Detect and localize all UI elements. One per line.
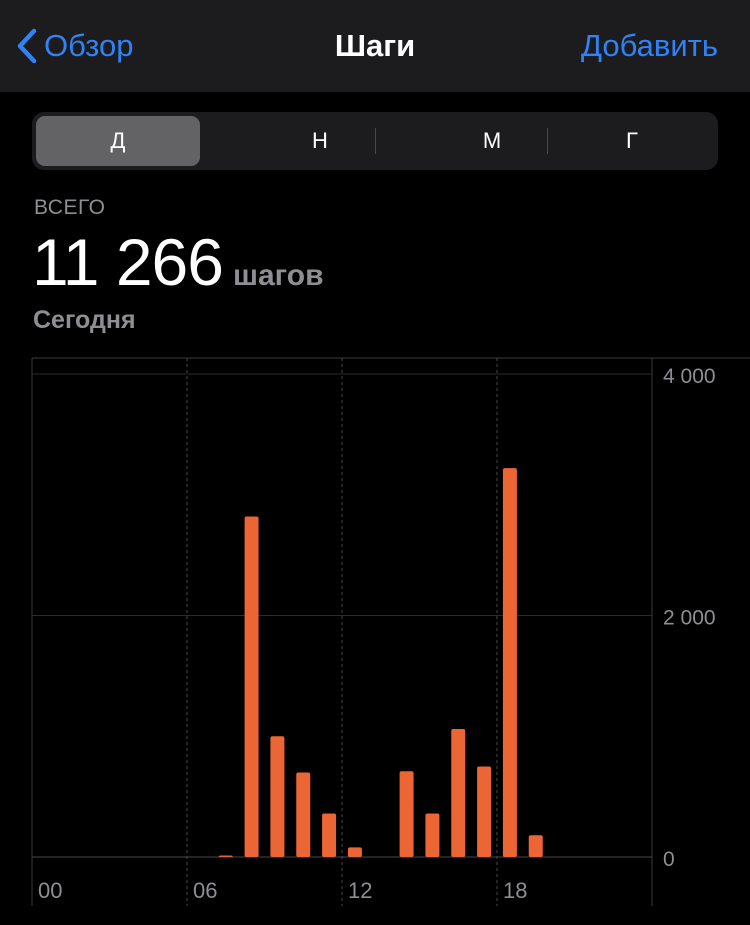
x-tick-label: 12 xyxy=(348,878,372,903)
bar-hour-17[interactable] xyxy=(477,766,492,857)
steps-chart[interactable]: 0 2 000 4 000 00 06 12 18 xyxy=(0,350,750,925)
total-label: ВСЕГО xyxy=(34,196,106,219)
bar-hour-14[interactable] xyxy=(399,771,414,857)
navigation-bar: Обзор Шаги Добавить xyxy=(0,0,750,92)
segment-divider xyxy=(547,128,548,154)
bar-hour-11[interactable] xyxy=(322,813,337,857)
bar-hour-7[interactable] xyxy=(218,855,233,858)
segment-divider xyxy=(375,128,376,154)
x-tick-label: 00 xyxy=(38,878,62,903)
segment-week[interactable]: Н xyxy=(238,116,402,166)
period-segmented-control: Д Н М Г xyxy=(32,112,718,170)
bar-hour-12[interactable] xyxy=(347,847,362,857)
x-tick-label: 06 xyxy=(193,878,217,903)
bar-hour-8[interactable] xyxy=(244,516,259,857)
y-tick-label: 4 000 xyxy=(663,365,716,388)
total-steps-value: 11 266 xyxy=(32,225,224,299)
bar-hour-18[interactable] xyxy=(502,468,517,857)
total-steps-unit: шагов xyxy=(232,259,324,292)
total-row: 11 266 шагов xyxy=(32,224,324,300)
bar-hour-9[interactable] xyxy=(270,736,285,857)
x-tick-label: 18 xyxy=(503,878,527,903)
y-tick-label: 0 xyxy=(663,848,675,871)
add-button[interactable]: Добавить xyxy=(581,22,718,70)
y-tick-label: 2 000 xyxy=(663,607,716,630)
bar-hour-15[interactable] xyxy=(425,813,440,857)
bar-hour-10[interactable] xyxy=(296,772,311,857)
date-label: Сегодня xyxy=(33,306,136,334)
segment-year[interactable]: Г xyxy=(550,116,714,166)
segment-day[interactable]: Д xyxy=(36,116,200,166)
bar-hour-16[interactable] xyxy=(451,729,466,857)
bar-hour-19[interactable] xyxy=(528,835,543,857)
